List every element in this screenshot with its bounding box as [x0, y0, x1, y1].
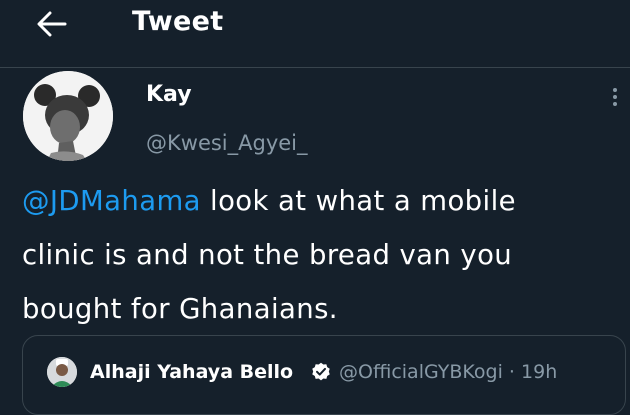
tweet-text-line-1: @JDMahama look at what a mobile: [22, 174, 622, 228]
quoted-avatar[interactable]: [47, 357, 77, 387]
more-options-button[interactable]: [603, 82, 627, 112]
quoted-tweet-card[interactable]: Alhaji Yahaya Bello @OfficialGYBKogi · 1…: [22, 335, 626, 415]
top-bar: Tweet: [0, 0, 630, 68]
tweet-text-line-2: clinic is and not the bread van you: [22, 239, 513, 271]
quoted-time[interactable]: 19h: [521, 361, 557, 383]
quoted-meta: @OfficialGYBKogi · 19h: [339, 356, 557, 388]
quoted-author-handle[interactable]: @OfficialGYBKogi: [339, 361, 503, 383]
quoted-avatar-image: [47, 357, 77, 387]
avatar-image: [23, 71, 113, 161]
quoted-author-name[interactable]: Alhaji Yahaya Bello: [90, 356, 293, 388]
meta-separator: ·: [508, 361, 515, 383]
mention-link[interactable]: @JDMahama: [22, 185, 201, 217]
verified-badge-icon: [312, 362, 330, 381]
author-handle[interactable]: @Kwesi_Agyei_: [146, 128, 308, 158]
author-name[interactable]: Kay: [146, 80, 192, 110]
avatar[interactable]: [23, 71, 113, 161]
tweet-text: @JDMahama look at what a mobile clinic i…: [22, 174, 622, 336]
back-button[interactable]: [30, 2, 74, 46]
page-title: Tweet: [132, 6, 224, 37]
tweet-text-line-3: bought for Ghanaians.: [22, 293, 338, 325]
tweet-text-line-1-rest: look at what a mobile: [200, 185, 516, 217]
more-vertical-icon: [613, 88, 617, 92]
arrow-left-icon: [37, 11, 67, 37]
